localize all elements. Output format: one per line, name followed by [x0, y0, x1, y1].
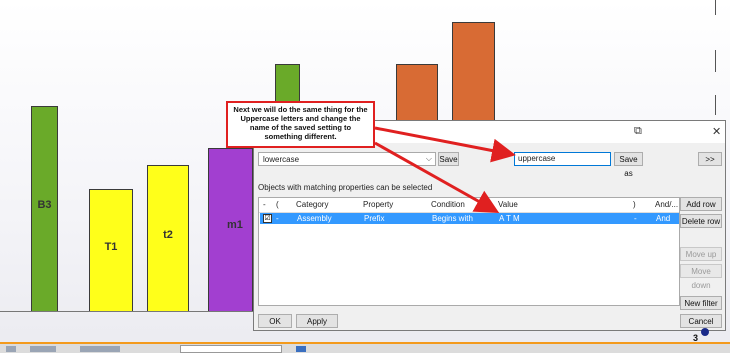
- bar-label: B3: [37, 199, 52, 211]
- toolbar-input[interactable]: [180, 345, 282, 353]
- save-as-button[interactable]: Save as: [614, 152, 643, 178]
- toolbar-icon[interactable]: [296, 346, 306, 352]
- column-header[interactable]: Category: [296, 198, 328, 211]
- cell-and-or: And: [656, 214, 671, 223]
- dashed-guide: [715, 0, 716, 15]
- cell-close: -: [634, 214, 637, 223]
- annotation-callout: Next we will do the same thing for the U…: [226, 101, 375, 148]
- cell-dash: -: [276, 214, 279, 223]
- cell-property: Prefix: [364, 214, 385, 223]
- saved-setting-value: lowercase: [263, 155, 300, 164]
- delete-row-button[interactable]: Delete row: [680, 214, 722, 228]
- toolbar-icon[interactable]: [30, 346, 56, 352]
- cell-value: A T M: [499, 214, 520, 223]
- bar-t1: T1: [89, 189, 133, 312]
- dashed-guide: [715, 50, 716, 72]
- column-header[interactable]: And/...: [655, 198, 678, 211]
- status-bar-accent: [0, 342, 730, 344]
- column-header[interactable]: (: [276, 198, 279, 211]
- table-row[interactable]: ☑ - Assembly Prefix Begins with A T M - …: [260, 213, 679, 224]
- chevron-down-icon: ⌵: [425, 154, 432, 163]
- help-icon[interactable]: ⧉: [634, 125, 642, 138]
- table-header: - ( Category Property Condition Value ) …: [259, 198, 679, 213]
- column-header[interactable]: Value: [498, 198, 518, 211]
- cell-condition: Begins with: [432, 214, 473, 223]
- ok-button[interactable]: OK: [258, 314, 292, 328]
- bar-b3: B3: [31, 106, 58, 312]
- move-up-button[interactable]: Move up: [680, 247, 722, 261]
- save-as-name-input[interactable]: uppercase: [514, 152, 611, 166]
- object-selection-filter-dialog: ⧉ ✕ lowercase ⌵ Save uppercase Save as >…: [253, 120, 726, 331]
- expand-button[interactable]: >>: [698, 152, 722, 166]
- toolbar-icon[interactable]: [80, 346, 120, 352]
- column-header[interactable]: Property: [363, 198, 393, 211]
- dashed-guide: [715, 95, 716, 115]
- info-text: Objects with matching properties can be …: [258, 183, 433, 192]
- bar-label: t2: [163, 229, 173, 241]
- bar-label: T1: [104, 241, 118, 253]
- move-down-button[interactable]: Move down: [680, 264, 722, 290]
- status-bar: [0, 342, 730, 353]
- close-icon[interactable]: ✕: [712, 125, 721, 138]
- save-button[interactable]: Save: [438, 152, 459, 166]
- bar-m1: m1: [208, 148, 253, 312]
- toolbar-icon[interactable]: [6, 346, 16, 352]
- cell-category: Assembly: [297, 214, 332, 223]
- bar-t2: t2: [147, 165, 189, 312]
- cancel-button[interactable]: Cancel: [680, 314, 722, 328]
- add-row-button[interactable]: Add row: [680, 197, 722, 211]
- marker-dot-icon: [701, 328, 709, 336]
- row-checkbox[interactable]: ☑: [263, 214, 272, 223]
- apply-button[interactable]: Apply: [296, 314, 338, 328]
- column-header[interactable]: Condition: [431, 198, 465, 211]
- ground-line: [0, 311, 270, 312]
- column-header[interactable]: -: [263, 198, 266, 211]
- saved-setting-select[interactable]: lowercase ⌵: [258, 152, 436, 166]
- bar-label: m1: [227, 219, 243, 231]
- filter-table: - ( Category Property Condition Value ) …: [258, 197, 680, 306]
- new-filter-button[interactable]: New filter: [680, 296, 722, 310]
- column-header[interactable]: ): [633, 198, 636, 211]
